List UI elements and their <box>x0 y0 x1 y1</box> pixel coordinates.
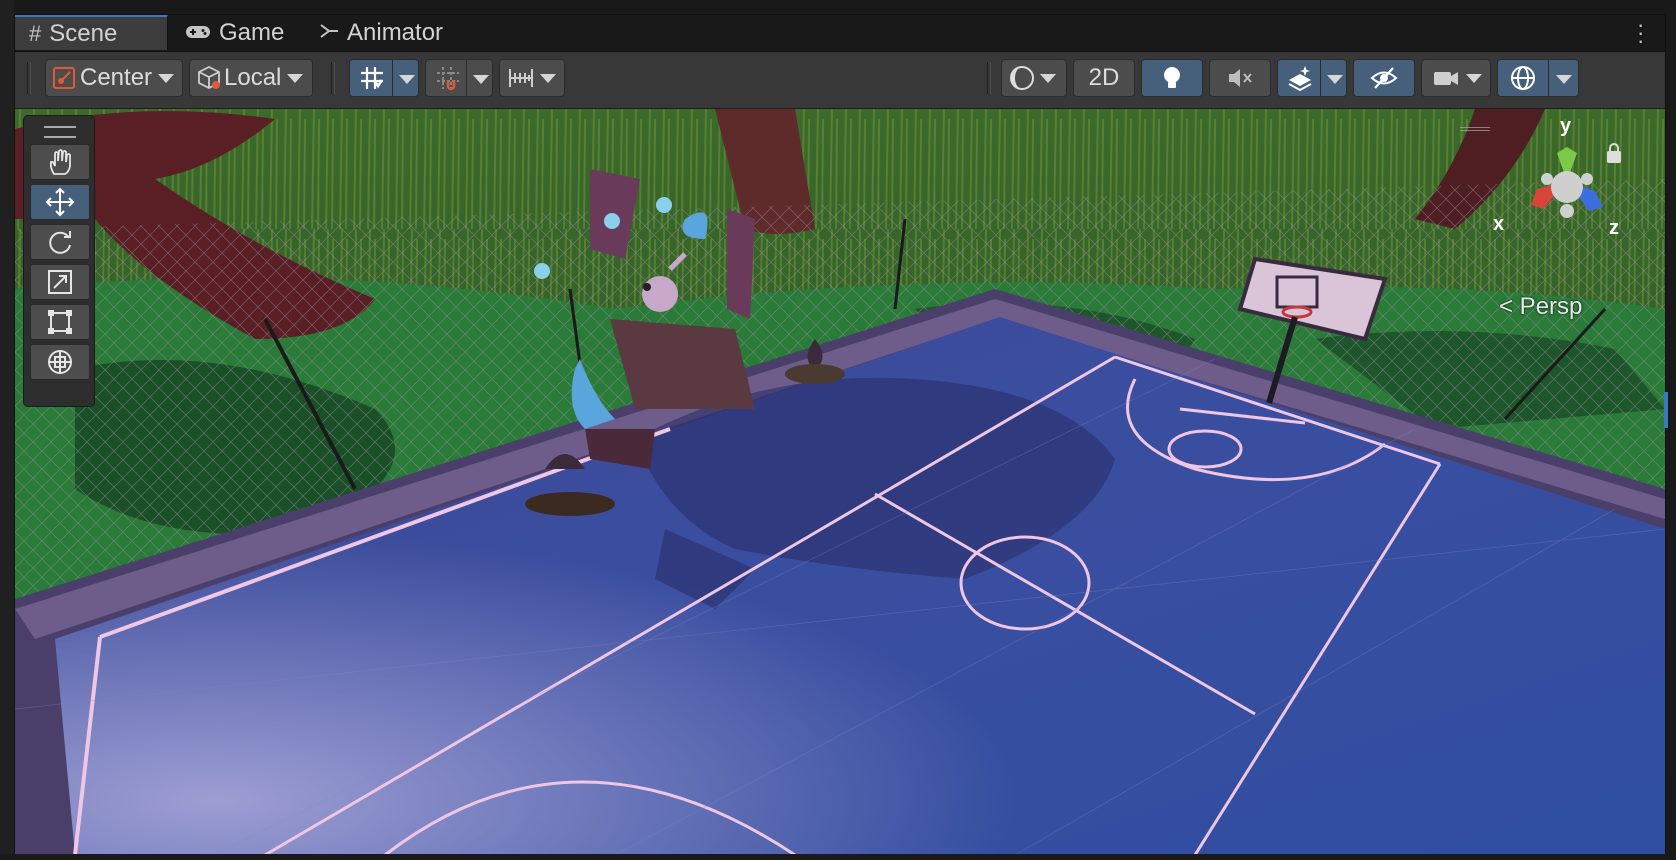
chevron-down-icon <box>1327 75 1343 84</box>
chevron-down-icon <box>540 73 556 83</box>
camera-settings-dropdown[interactable] <box>1421 59 1491 97</box>
toolbar-grip <box>331 62 335 94</box>
tab-game-label: Game <box>219 19 285 46</box>
tools-overlay <box>23 115 95 407</box>
camera-icon <box>1432 66 1460 90</box>
scene-lighting-toggle[interactable] <box>1141 59 1203 97</box>
scene-window: # Scene Game Animator · · · Center Local… <box>14 14 1666 856</box>
rotate-icon <box>46 228 74 256</box>
pivot-rotation-label: Local <box>224 64 282 91</box>
move-arrows-icon <box>45 187 75 217</box>
overlay-grip[interactable] <box>1460 127 1490 131</box>
audio-muted-icon <box>1226 65 1254 91</box>
scene-effects-toggle[interactable] <box>1277 59 1347 97</box>
transform-icon <box>45 347 75 377</box>
tab-scene[interactable]: # Scene <box>15 15 168 50</box>
tab-animator-label: Animator <box>347 19 444 46</box>
scene-visibility-toggle[interactable] <box>1353 59 1415 97</box>
pivot-icon <box>52 66 76 90</box>
gamepad-icon <box>185 20 211 46</box>
lock-icon[interactable] <box>1607 143 1621 163</box>
toolbar-grip <box>987 62 991 94</box>
lightbulb-icon <box>1160 64 1184 92</box>
grid-snap-icon <box>358 64 386 92</box>
rect-tool-button[interactable] <box>30 304 90 340</box>
scrollbar-handle[interactable] <box>1664 392 1668 428</box>
pivot-mode-dropdown[interactable]: Center <box>45 59 183 97</box>
scale-tool-button[interactable] <box>30 264 90 300</box>
gizmos-toggle[interactable] <box>1497 59 1579 97</box>
overlay-grip[interactable] <box>44 126 76 138</box>
gizmo-globe-icon <box>1508 63 1538 93</box>
more-options-icon[interactable]: · · · <box>1637 14 1644 52</box>
scene-audio-toggle[interactable] <box>1209 59 1271 97</box>
transform-tool-button[interactable] <box>30 344 90 380</box>
animator-icon <box>319 20 339 46</box>
scale-icon <box>46 268 74 296</box>
increment-snapping-toggle[interactable] <box>425 59 493 97</box>
eye-hidden-icon <box>1369 65 1399 91</box>
rotate-tool-button[interactable] <box>30 224 90 260</box>
cube-icon <box>196 65 222 91</box>
draw-mode-dropdown[interactable] <box>1001 59 1067 97</box>
hash-icon: # <box>29 20 42 46</box>
2d-mode-label: 2D <box>1088 64 1120 91</box>
scene-viewport[interactable]: y x z < Persp <box>15 109 1665 855</box>
split-divider <box>1320 60 1321 96</box>
tab-animator[interactable]: Animator <box>315 15 475 51</box>
toolbar-grip <box>27 62 31 94</box>
split-divider <box>1548 60 1549 96</box>
chevron-down-icon <box>473 75 489 84</box>
hand-icon <box>46 148 74 176</box>
scene-toolbar: Center Local 2D <box>15 52 1665 109</box>
axis-label-z: z <box>1609 217 1619 239</box>
chevron-down-icon <box>1556 75 1572 84</box>
chevron-down-icon <box>1040 73 1056 83</box>
rect-transform-icon <box>46 308 74 336</box>
grid-snapping-toggle[interactable] <box>349 59 419 97</box>
tab-scene-label: Scene <box>49 19 118 47</box>
chevron-down-icon <box>158 73 175 83</box>
axis-label-y: y <box>1560 115 1572 137</box>
split-divider <box>392 60 393 96</box>
chevron-down-icon <box>287 73 304 83</box>
axis-label-x: x <box>1493 213 1505 235</box>
shading-sphere-icon <box>1008 64 1036 92</box>
grid-visual-dropdown[interactable] <box>499 59 565 97</box>
pivot-mode-label: Center <box>80 64 153 91</box>
chevron-down-icon <box>399 75 415 84</box>
tab-game[interactable]: Game <box>175 15 305 51</box>
split-divider <box>466 60 467 96</box>
2d-mode-toggle[interactable]: 2D <box>1073 59 1135 97</box>
left-edge <box>0 0 14 860</box>
layers-sparkle-icon <box>1286 64 1314 92</box>
tab-bar: # Scene Game Animator · · · <box>15 14 1665 52</box>
bottom-edge <box>0 854 1676 860</box>
move-tool-button[interactable] <box>30 184 90 220</box>
increment-snap-icon <box>434 64 462 92</box>
pivot-rotation-dropdown[interactable]: Local <box>189 59 313 97</box>
projection-toggle[interactable]: < Persp <box>1499 293 1582 321</box>
scene-render <box>15 109 1665 855</box>
hand-tool-button[interactable] <box>30 144 90 180</box>
chevron-down-icon <box>1466 73 1482 83</box>
ruler-icon <box>508 65 534 91</box>
